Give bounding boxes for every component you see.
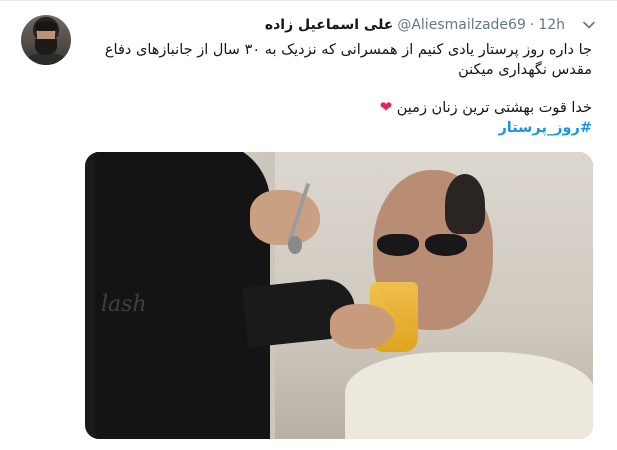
avatar-hair <box>35 21 57 31</box>
image-lens-left <box>377 234 419 256</box>
image-spoon-bowl <box>288 236 302 254</box>
tweet-hashtag-line: #روز_پرستار <box>72 119 592 139</box>
tweet-text-line-2: مقدس نگهداری میکنن <box>458 61 592 78</box>
tweet-text: جا داره روز پرستار یادی کنیم از همسرانی … <box>72 41 592 138</box>
image-watermark: lash <box>101 292 147 317</box>
heart-icon: ❤ <box>379 98 393 116</box>
display-name[interactable]: علی اسماعیل زاده <box>265 17 393 33</box>
tweet-header: علی اسماعیل زاده @Aliesmailzade69 · 12h <box>265 17 565 33</box>
tweet[interactable]: علی اسماعیل زاده @Aliesmailzade69 · 12h … <box>0 0 617 450</box>
tweet-text-line-1: جا داره روز پرستار یادی کنیم از همسرانی … <box>104 42 592 58</box>
image-hand-glass <box>330 304 395 349</box>
tweet-timestamp[interactable]: 12h <box>538 17 565 33</box>
tweet-text-line-3: خدا قوت بهشتی ترین زنان زمین ❤ <box>72 98 592 119</box>
tweet-options-button[interactable] <box>579 15 599 35</box>
image-man-hair <box>445 174 485 234</box>
tweet-media-image[interactable]: lash <box>85 152 593 439</box>
tweet-text-line-3-text: خدا قوت بهشتی ترین زنان زمین <box>396 100 592 116</box>
image-hand-spoon <box>250 190 320 245</box>
separator-dot: · <box>529 17 535 33</box>
chevron-down-icon <box>583 21 595 29</box>
avatar-beard <box>35 39 57 55</box>
user-handle[interactable]: @Aliesmailzade69 <box>397 17 526 33</box>
image-lens-right <box>425 234 467 256</box>
image-man-shirt <box>345 352 593 439</box>
avatar[interactable] <box>21 15 71 65</box>
image-sunglasses <box>373 230 473 260</box>
hashtag-link[interactable]: #روز_پرستار <box>498 120 592 136</box>
